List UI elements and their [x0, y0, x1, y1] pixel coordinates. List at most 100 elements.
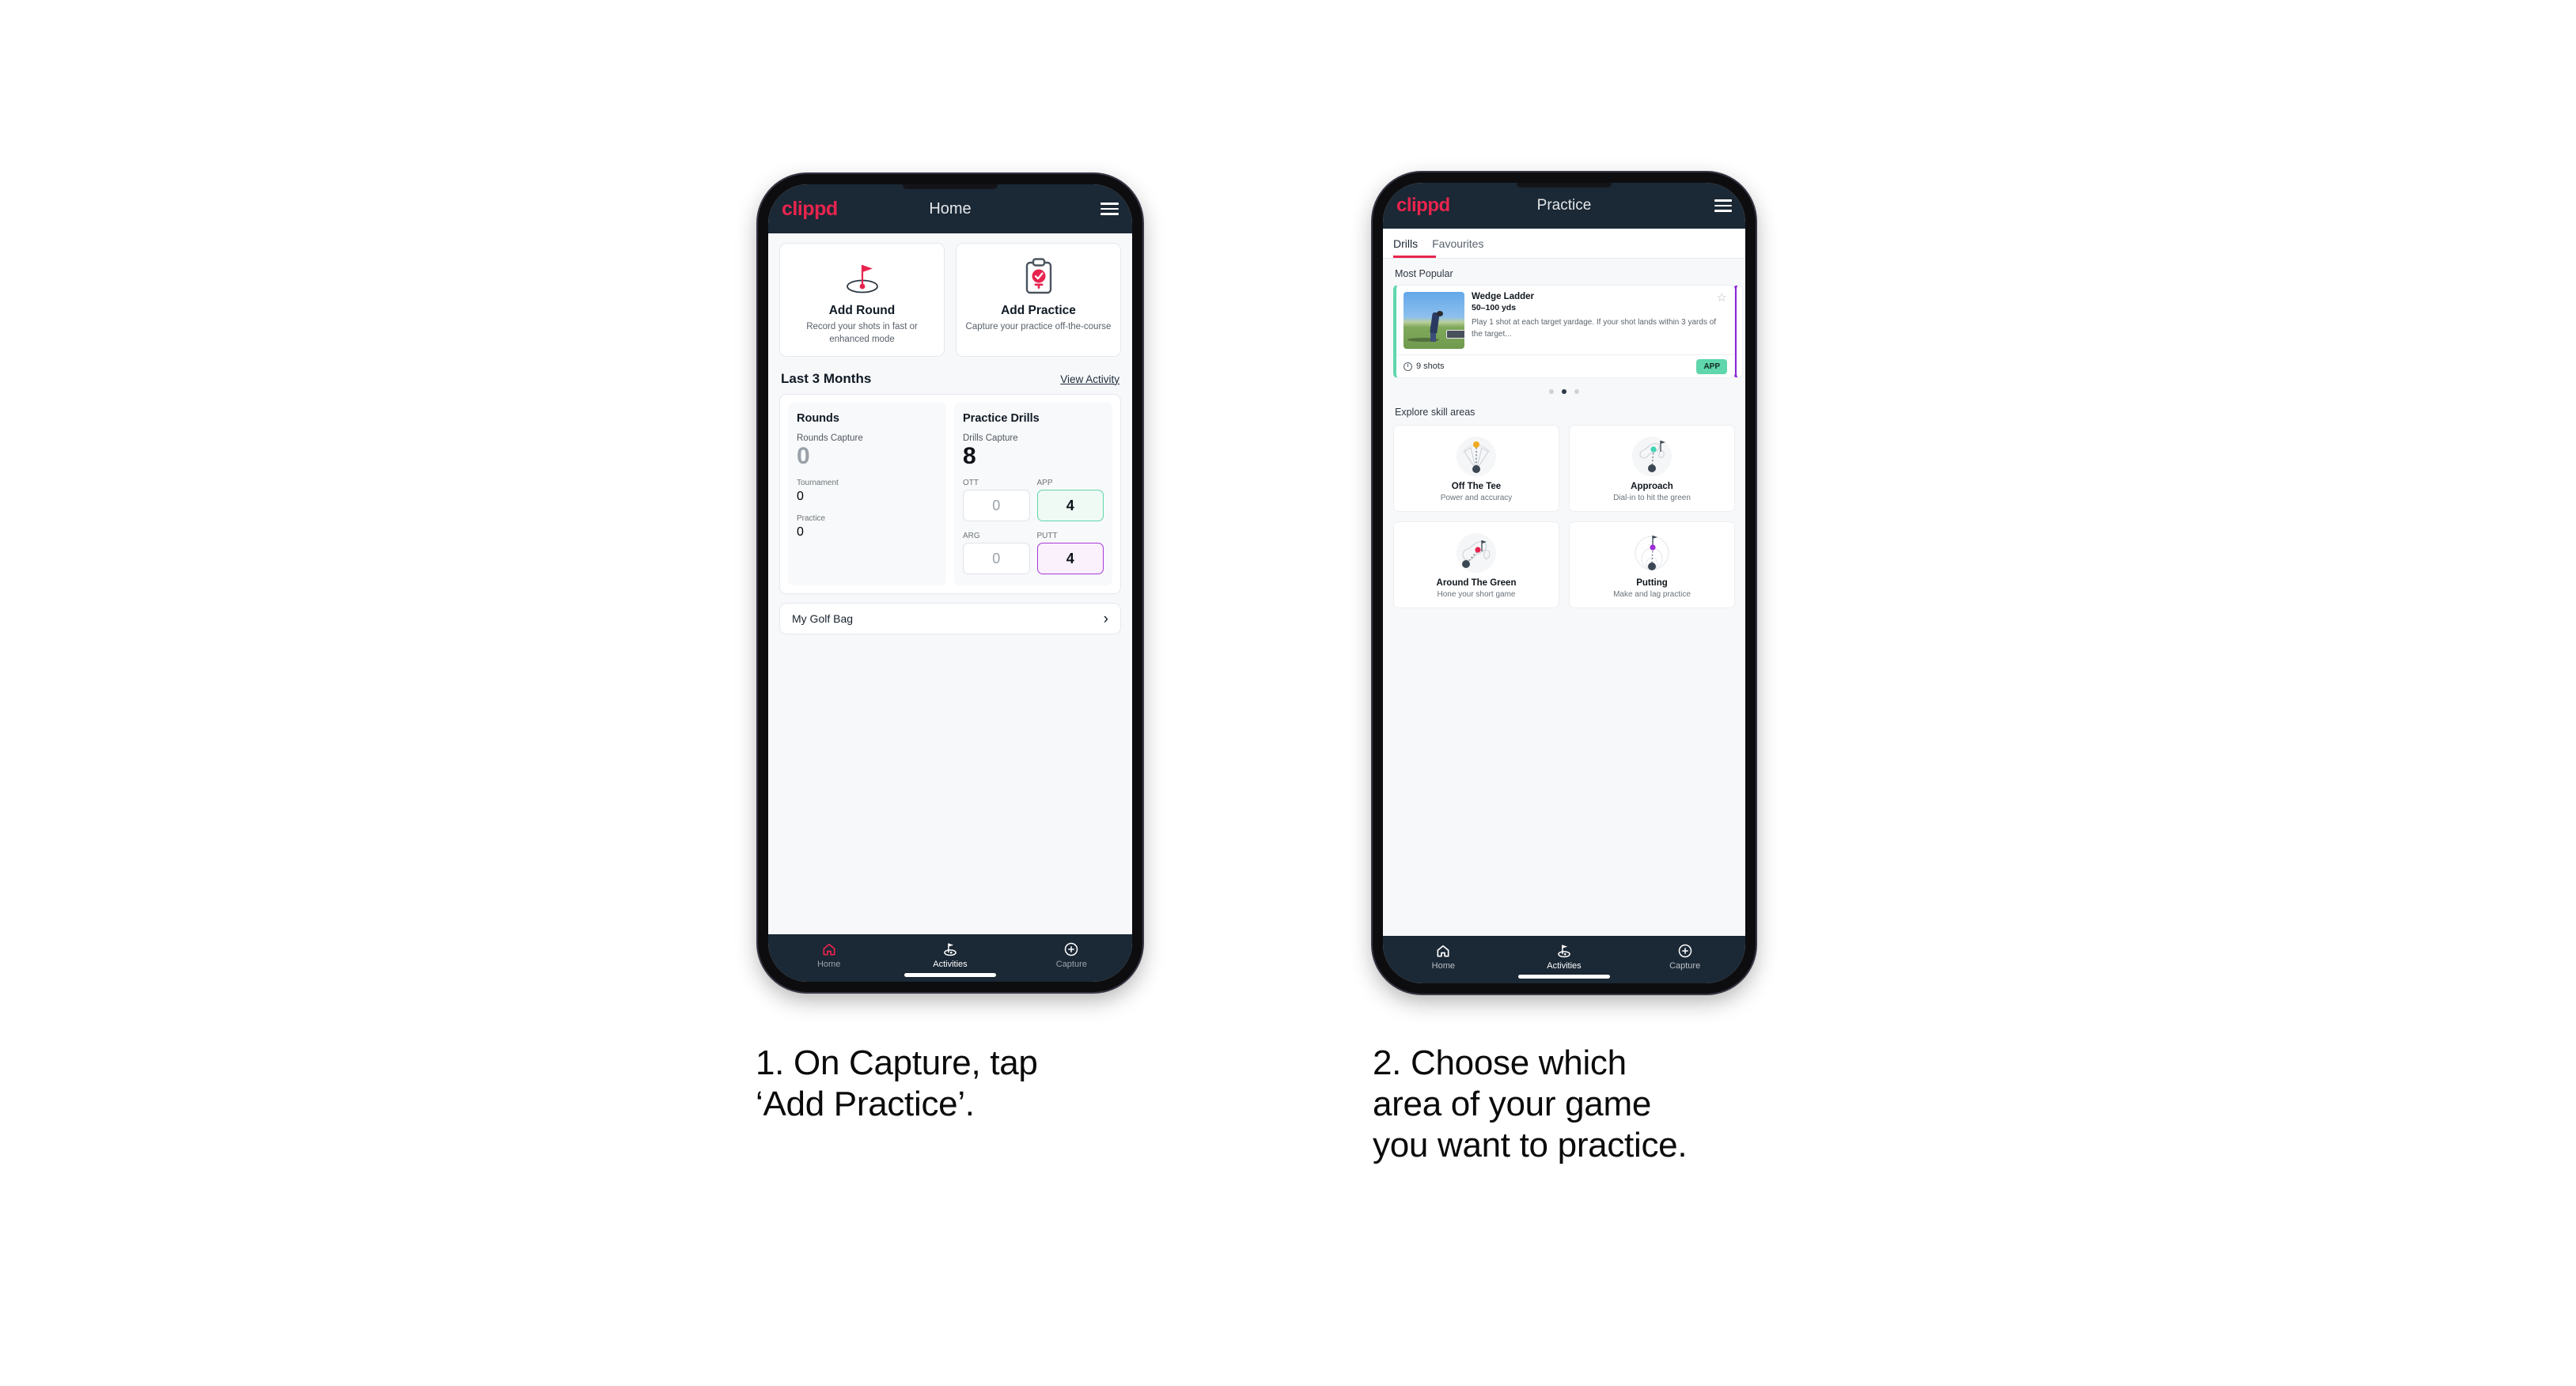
- carousel-dot-3[interactable]: [1574, 389, 1579, 394]
- skill-title: Around The Green: [1436, 578, 1517, 588]
- add-practice-subtitle: Capture your practice off-the-course: [965, 322, 1112, 331]
- phone-mockup-home: clippd Home Add Round Record your shots …: [758, 174, 1142, 992]
- tab-drills[interactable]: Drills: [1393, 229, 1432, 258]
- drill-shots-label: 9 shots: [1416, 362, 1445, 371]
- phone1-notch: [903, 184, 998, 189]
- drills-heading: Practice Drills: [963, 411, 1040, 425]
- phone2-content: Most Popular ☆ Wedge Ladder 50–100 yds P…: [1383, 259, 1745, 936]
- hamburger-icon[interactable]: [1714, 199, 1732, 212]
- home-indicator: [1518, 975, 1610, 979]
- drill-text-block: ☆ Wedge Ladder 50–100 yds Play 1 shot at…: [1472, 292, 1727, 350]
- arg-label: ARG: [963, 532, 980, 541]
- rounds-stat-column: Rounds Rounds Capture 0 Tournament 0 Pra…: [788, 402, 946, 586]
- nav-home[interactable]: Home: [1384, 943, 1503, 971]
- nav-activities-label: Activities: [1547, 961, 1582, 971]
- add-practice-card[interactable]: Add Practice Capture your practice off-t…: [956, 243, 1121, 357]
- phone2-screen: clippd Practice Drills Favourites Most P…: [1383, 183, 1745, 983]
- skill-title: Putting: [1636, 578, 1668, 588]
- tab-active-indicator: [1393, 256, 1436, 258]
- skill-subtitle: Power and accuracy: [1440, 494, 1513, 502]
- carousel-dot-2[interactable]: [1562, 389, 1566, 394]
- skill-title: Approach: [1631, 482, 1673, 491]
- putt-value[interactable]: 4: [1036, 543, 1104, 575]
- plus-circle-icon: [1678, 944, 1691, 958]
- nav-capture[interactable]: Capture: [1011, 941, 1131, 969]
- golf-flag-icon: [944, 943, 957, 956]
- off-the-tee-icon: [1399, 434, 1554, 479]
- most-popular-label: Most Popular: [1395, 268, 1453, 279]
- app-label: APP: [1036, 479, 1053, 488]
- tab-favourites[interactable]: Favourites: [1432, 229, 1493, 258]
- section-title: Last 3 Months: [781, 370, 872, 386]
- explore-skill-areas-label: Explore skill areas: [1395, 407, 1476, 418]
- phone1-screen: clippd Home Add Round Record your shots …: [768, 184, 1132, 982]
- phone2-bottom-nav: Home Activities Capture: [1383, 936, 1745, 983]
- practice-tabs: Drills Favourites: [1383, 229, 1745, 259]
- nav-home-label: Home: [816, 960, 841, 969]
- app-stat: APP 4: [1036, 479, 1104, 522]
- quick-actions-row: Add Round Record your shots in fast or e…: [779, 243, 1121, 357]
- tournament-value[interactable]: 0: [797, 490, 938, 504]
- arg-value[interactable]: 0: [963, 543, 1030, 575]
- drill-thumbnail-image: [1404, 292, 1464, 349]
- putt-stat: PUTT 4: [1036, 532, 1104, 575]
- skill-card-off-the-tee[interactable]: Off The Tee Power and accuracy: [1393, 425, 1559, 512]
- hamburger-icon[interactable]: [1100, 203, 1119, 215]
- skill-subtitle: Make and lag practice: [1613, 590, 1691, 599]
- nav-capture-label: Capture: [1669, 961, 1701, 971]
- nav-activities[interactable]: Activities: [890, 941, 1010, 969]
- drill-description: Play 1 shot at each target yardage. If y…: [1472, 318, 1717, 339]
- my-golf-bag-row[interactable]: My Golf Bag ›: [779, 603, 1121, 635]
- drill-shots: 9 shots: [1404, 362, 1444, 371]
- practice-rounds-label: Practice: [797, 514, 826, 524]
- drill-yardage: 50–100 yds: [1472, 303, 1517, 312]
- tournament-label: Tournament: [797, 479, 839, 488]
- drills-row-2: ARG 0 PUTT 4: [963, 532, 1104, 575]
- drill-tag-badge: APP: [1696, 358, 1727, 374]
- phone1-appbar: clippd Home: [768, 184, 1132, 233]
- golf-flag-icon: [1558, 945, 1570, 958]
- nav-capture[interactable]: Capture: [1625, 943, 1744, 971]
- add-round-subtitle: Record your shots in fast or enhanced mo…: [806, 322, 918, 344]
- drills-capture-label: Drills Capture: [963, 433, 1018, 443]
- skill-card-approach[interactable]: Approach Dial-in to hit the green: [1569, 425, 1735, 512]
- clippd-logo: clippd: [1396, 195, 1450, 216]
- carousel-dot-1[interactable]: [1549, 389, 1554, 394]
- caption-step-1: 1. On Capture, tap ‘Add Practice’.: [756, 1043, 1038, 1123]
- home-icon: [1437, 945, 1449, 957]
- drill-card-wedge-ladder[interactable]: ☆ Wedge Ladder 50–100 yds Play 1 shot at…: [1393, 285, 1735, 378]
- drill-title: Wedge Ladder: [1472, 292, 1535, 301]
- home-icon: [823, 943, 835, 956]
- tournament-stat: Tournament 0: [797, 479, 938, 504]
- home-indicator: [904, 973, 996, 977]
- last-3-months-header: Last 3 Months View Activity: [781, 371, 1119, 387]
- app-value[interactable]: 4: [1036, 490, 1104, 522]
- clock-icon: [1404, 362, 1412, 371]
- nav-home[interactable]: Home: [769, 941, 889, 969]
- skill-subtitle: Dial-in to hit the green: [1613, 494, 1691, 502]
- skill-card-around-the-green[interactable]: Around The Green Hone your short game: [1393, 521, 1559, 608]
- drill-card-body: ☆ Wedge Ladder 50–100 yds Play 1 shot at…: [1396, 286, 1734, 354]
- nav-activities[interactable]: Activities: [1504, 943, 1623, 971]
- clippd-logo: clippd: [782, 197, 838, 220]
- nav-home-label: Home: [1431, 961, 1455, 971]
- rounds-capture-label: Rounds Capture: [797, 433, 863, 443]
- stats-card: Rounds Rounds Capture 0 Tournament 0 Pra…: [779, 393, 1121, 595]
- phone1-content: Add Round Record your shots in fast or e…: [768, 233, 1132, 934]
- phone1-bottom-nav: Home Activities Capture: [768, 934, 1132, 982]
- carousel-dots: [1393, 389, 1735, 394]
- practice-rounds-value[interactable]: 0: [797, 525, 938, 540]
- star-outline-icon[interactable]: ☆: [1717, 292, 1727, 304]
- skill-card-putting[interactable]: Putting Make and lag practice: [1569, 521, 1735, 608]
- practice-rounds-stat: Practice 0: [797, 514, 938, 540]
- nav-activities-label: Activities: [933, 960, 968, 969]
- clipboard-check-icon: [963, 255, 1114, 299]
- skill-title: Off The Tee: [1451, 482, 1502, 491]
- view-activity-link[interactable]: View Activity: [1060, 373, 1119, 385]
- add-round-card[interactable]: Add Round Record your shots in fast or e…: [779, 243, 945, 357]
- drill-carousel[interactable]: ☆ Wedge Ladder 50–100 yds Play 1 shot at…: [1393, 285, 1743, 380]
- page-root: clippd Home Add Round Record your shots …: [0, 0, 2576, 1386]
- caption-step-2: 2. Choose which area of your game you wa…: [1373, 1043, 1688, 1164]
- skill-subtitle: Hone your short game: [1437, 590, 1516, 599]
- ott-value[interactable]: 0: [963, 490, 1030, 522]
